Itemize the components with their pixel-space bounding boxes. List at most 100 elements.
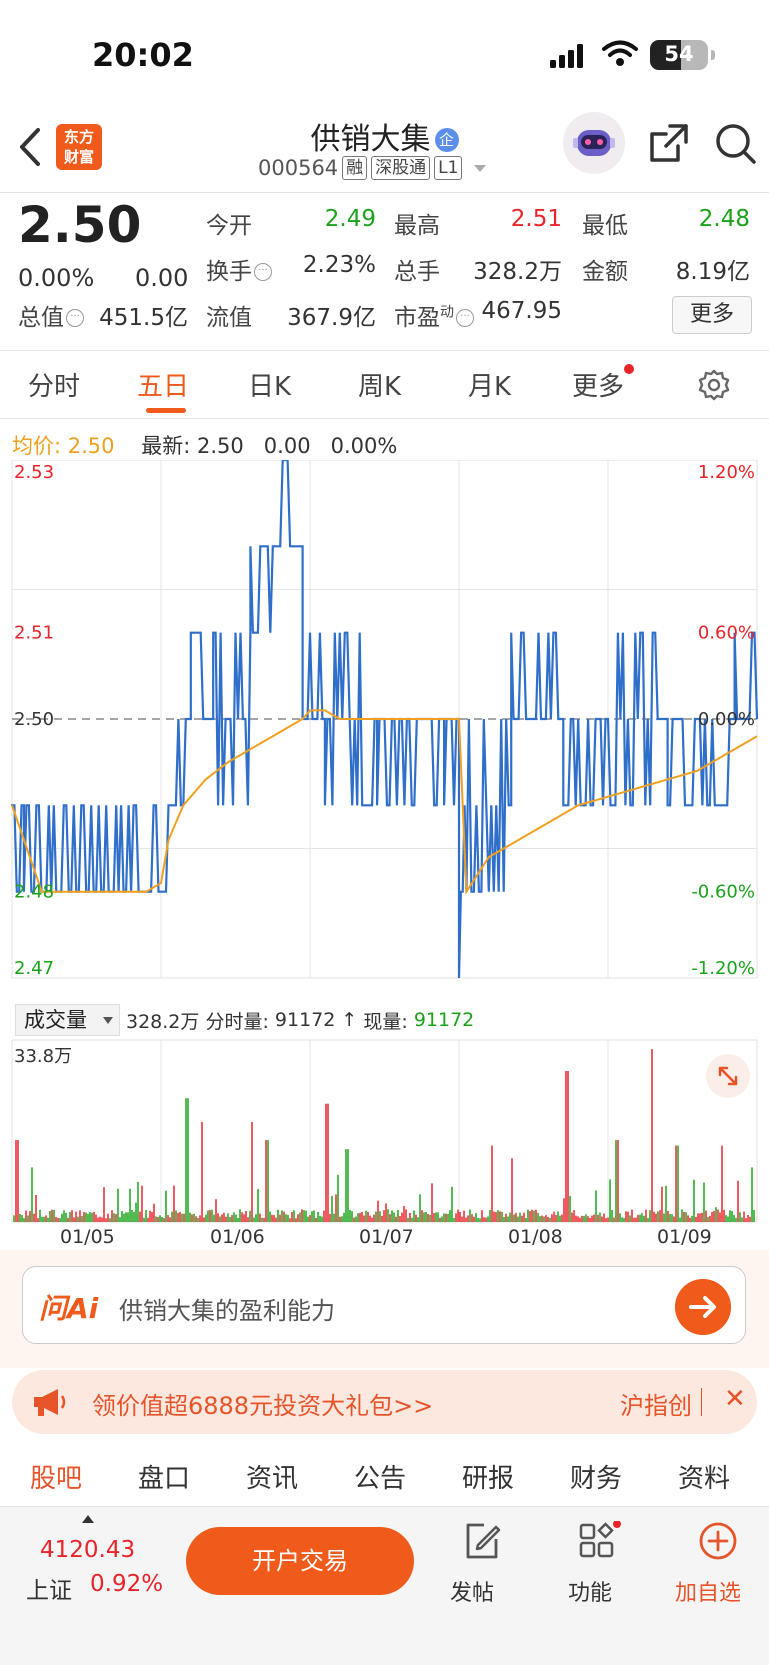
volume-header: 成交量 328.2万 分时量: 91172 ↑ 现量: 91172 (15, 1004, 474, 1036)
tab-intraday[interactable]: 分时 (28, 366, 80, 403)
pe-label[interactable]: 市盈动 ··· (394, 298, 474, 332)
content-tabs: 股吧 盘口 资讯 公告 研报 财务 资料 (0, 1446, 769, 1506)
y-tick-left: 2.50 (14, 709, 54, 730)
turnover-label[interactable]: 换手 ··· (206, 252, 272, 286)
promo-banner[interactable]: 领价值超6888元投资大礼包>> 沪指创 ✕ (12, 1370, 757, 1434)
tab-profile[interactable]: 资料 (678, 1458, 730, 1495)
tab-announcements[interactable]: 公告 (354, 1458, 406, 1495)
dropdown-arrow-icon (103, 1017, 113, 1024)
price-summary: 均价: 2.50 最新: 2.50 0.00 0.00% (12, 430, 397, 460)
tab-more[interactable]: 更多 (572, 364, 635, 403)
search-icon[interactable] (714, 122, 758, 166)
index-value[interactable]: 4120.43 (40, 1537, 135, 1563)
tab-daily-k[interactable]: 日K (248, 366, 291, 403)
five-day-price-chart[interactable]: 2.53 1.20% 2.51 0.60% 2.50 0.00% 2.48 -0.60% 2.4… (0, 460, 769, 1005)
nav-bar: 东方 财富 供销大集企 000564 融 深股通 L1 (0, 110, 769, 192)
open-account-button[interactable]: 开户交易 (186, 1527, 414, 1595)
more-quote-button[interactable]: 更多 (672, 296, 752, 334)
divider (0, 350, 769, 351)
volume-chart[interactable]: 33.8万 (0, 1038, 769, 1224)
arrow-right-icon[interactable] (675, 1279, 731, 1335)
stock-subtitle[interactable]: 000564 融 深股通 L1 (258, 156, 487, 180)
latest-pct: 0.00% (330, 434, 398, 458)
y-tick-left: 2.53 (14, 462, 54, 483)
date-label: 01/09 (657, 1226, 712, 1248)
enterprise-badge: 企 (434, 128, 459, 152)
close-icon[interactable]: ✕ (724, 1384, 746, 1414)
latest-change: 0.00 (263, 434, 311, 458)
tab-weekly-k[interactable]: 周K (358, 366, 401, 403)
quote-panel: 2.50 0.00% 0.00 今开 2.49 最高 2.51 最低 2.48 … (0, 192, 769, 350)
float-value: 367.9亿 (287, 305, 376, 331)
mktcap-label[interactable]: 总值 ··· (18, 298, 84, 332)
y-tick-left: 2.47 (14, 958, 54, 979)
volume-total: 328.2万 (126, 1010, 200, 1033)
tab-five-day[interactable]: 五日 (137, 366, 189, 403)
now-volume-value: 91172 (413, 1009, 475, 1031)
mktcap-value: 451.5亿 (99, 305, 188, 331)
status-time: 20:02 (92, 36, 194, 74)
tab-pankou[interactable]: 盘口 (138, 1458, 190, 1495)
stock-name: 供销大集 (310, 122, 431, 157)
index-pct[interactable]: 0.92% (90, 1571, 163, 1597)
pe-text: 市盈 (394, 305, 440, 331)
volume-value: 328.2万 (473, 259, 562, 285)
open-label: 今开 (206, 213, 252, 239)
info-icon[interactable]: ··· (254, 263, 272, 281)
promo-text: 领价值超6888元投资大礼包>> (92, 1392, 434, 1420)
turnover-text: 换手 (206, 259, 252, 285)
tab-monthly-k[interactable]: 月K (468, 366, 511, 403)
level-tag: L1 (434, 156, 463, 180)
change-percent: 0.00% (18, 264, 95, 292)
wifi-icon (602, 40, 638, 66)
latest-value: 2.50 (197, 434, 244, 458)
y-tick-right: 1.20% (698, 462, 755, 483)
chevron-down-icon[interactable] (474, 164, 487, 172)
volume-label: 总手 (394, 259, 440, 285)
functions-button[interactable]: 功能 (550, 1520, 630, 1606)
ai-ask-section: 问Ai 供销大集的盈利能力 (0, 1250, 769, 1368)
index-name[interactable]: 上证 (26, 1571, 72, 1605)
ai-placeholder: 供销大集的盈利能力 (119, 1297, 335, 1325)
pe-value: 467.95 (481, 298, 562, 324)
post-label: 发帖 (449, 1581, 494, 1606)
promo-news: 沪指创 (620, 1392, 692, 1420)
mktcap-text: 总值 (18, 305, 64, 331)
tab-guba[interactable]: 股吧 (30, 1458, 82, 1495)
y-tick-right: -1.20% (691, 958, 755, 979)
up-arrow-icon: ↑ (341, 1009, 358, 1031)
add-watchlist-button[interactable]: 加自选 (668, 1521, 748, 1606)
active-tab-indicator (146, 408, 186, 413)
post-button[interactable]: 发帖 (432, 1521, 512, 1606)
index-up-arrow-icon (82, 1515, 94, 1523)
margin-tag: 融 (342, 156, 368, 180)
tab-research[interactable]: 研报 (462, 1458, 514, 1495)
gear-icon[interactable] (697, 368, 731, 402)
indicator-select[interactable]: 成交量 (15, 1004, 120, 1036)
ai-robot-avatar-icon[interactable] (563, 112, 625, 174)
change-value: 0.00 (135, 264, 189, 292)
high-label: 最高 (394, 213, 440, 239)
info-icon[interactable]: ··· (66, 309, 84, 327)
low-value: 2.48 (698, 206, 750, 232)
tab-finance[interactable]: 财务 (570, 1458, 622, 1495)
ai-question-input[interactable]: 问Ai 供销大集的盈利能力 (22, 1266, 746, 1344)
ai-logo: 问Ai (39, 1292, 99, 1325)
battery-icon: 54 (650, 40, 708, 70)
cellular-signal-icon (550, 44, 583, 68)
low-label: 最低 (582, 213, 628, 239)
now-volume-label: 现量: (363, 1010, 408, 1033)
period-volume-label: 分时量: (205, 1010, 269, 1033)
tab-news[interactable]: 资讯 (246, 1458, 298, 1495)
high-value: 2.51 (510, 206, 562, 232)
share-icon[interactable] (648, 122, 690, 164)
battery-tip (711, 50, 715, 60)
functions-label: 功能 (567, 1581, 612, 1606)
stock-code: 000564 (258, 156, 339, 180)
period-tabs: 分时 五日 日K 周K 月K 更多 (0, 352, 769, 418)
date-label: 01/08 (508, 1226, 563, 1248)
divider (0, 418, 769, 419)
expand-icon (706, 1054, 750, 1098)
y-tick-right: 0.60% (698, 623, 755, 644)
y-tick-left: 2.48 (14, 882, 54, 903)
